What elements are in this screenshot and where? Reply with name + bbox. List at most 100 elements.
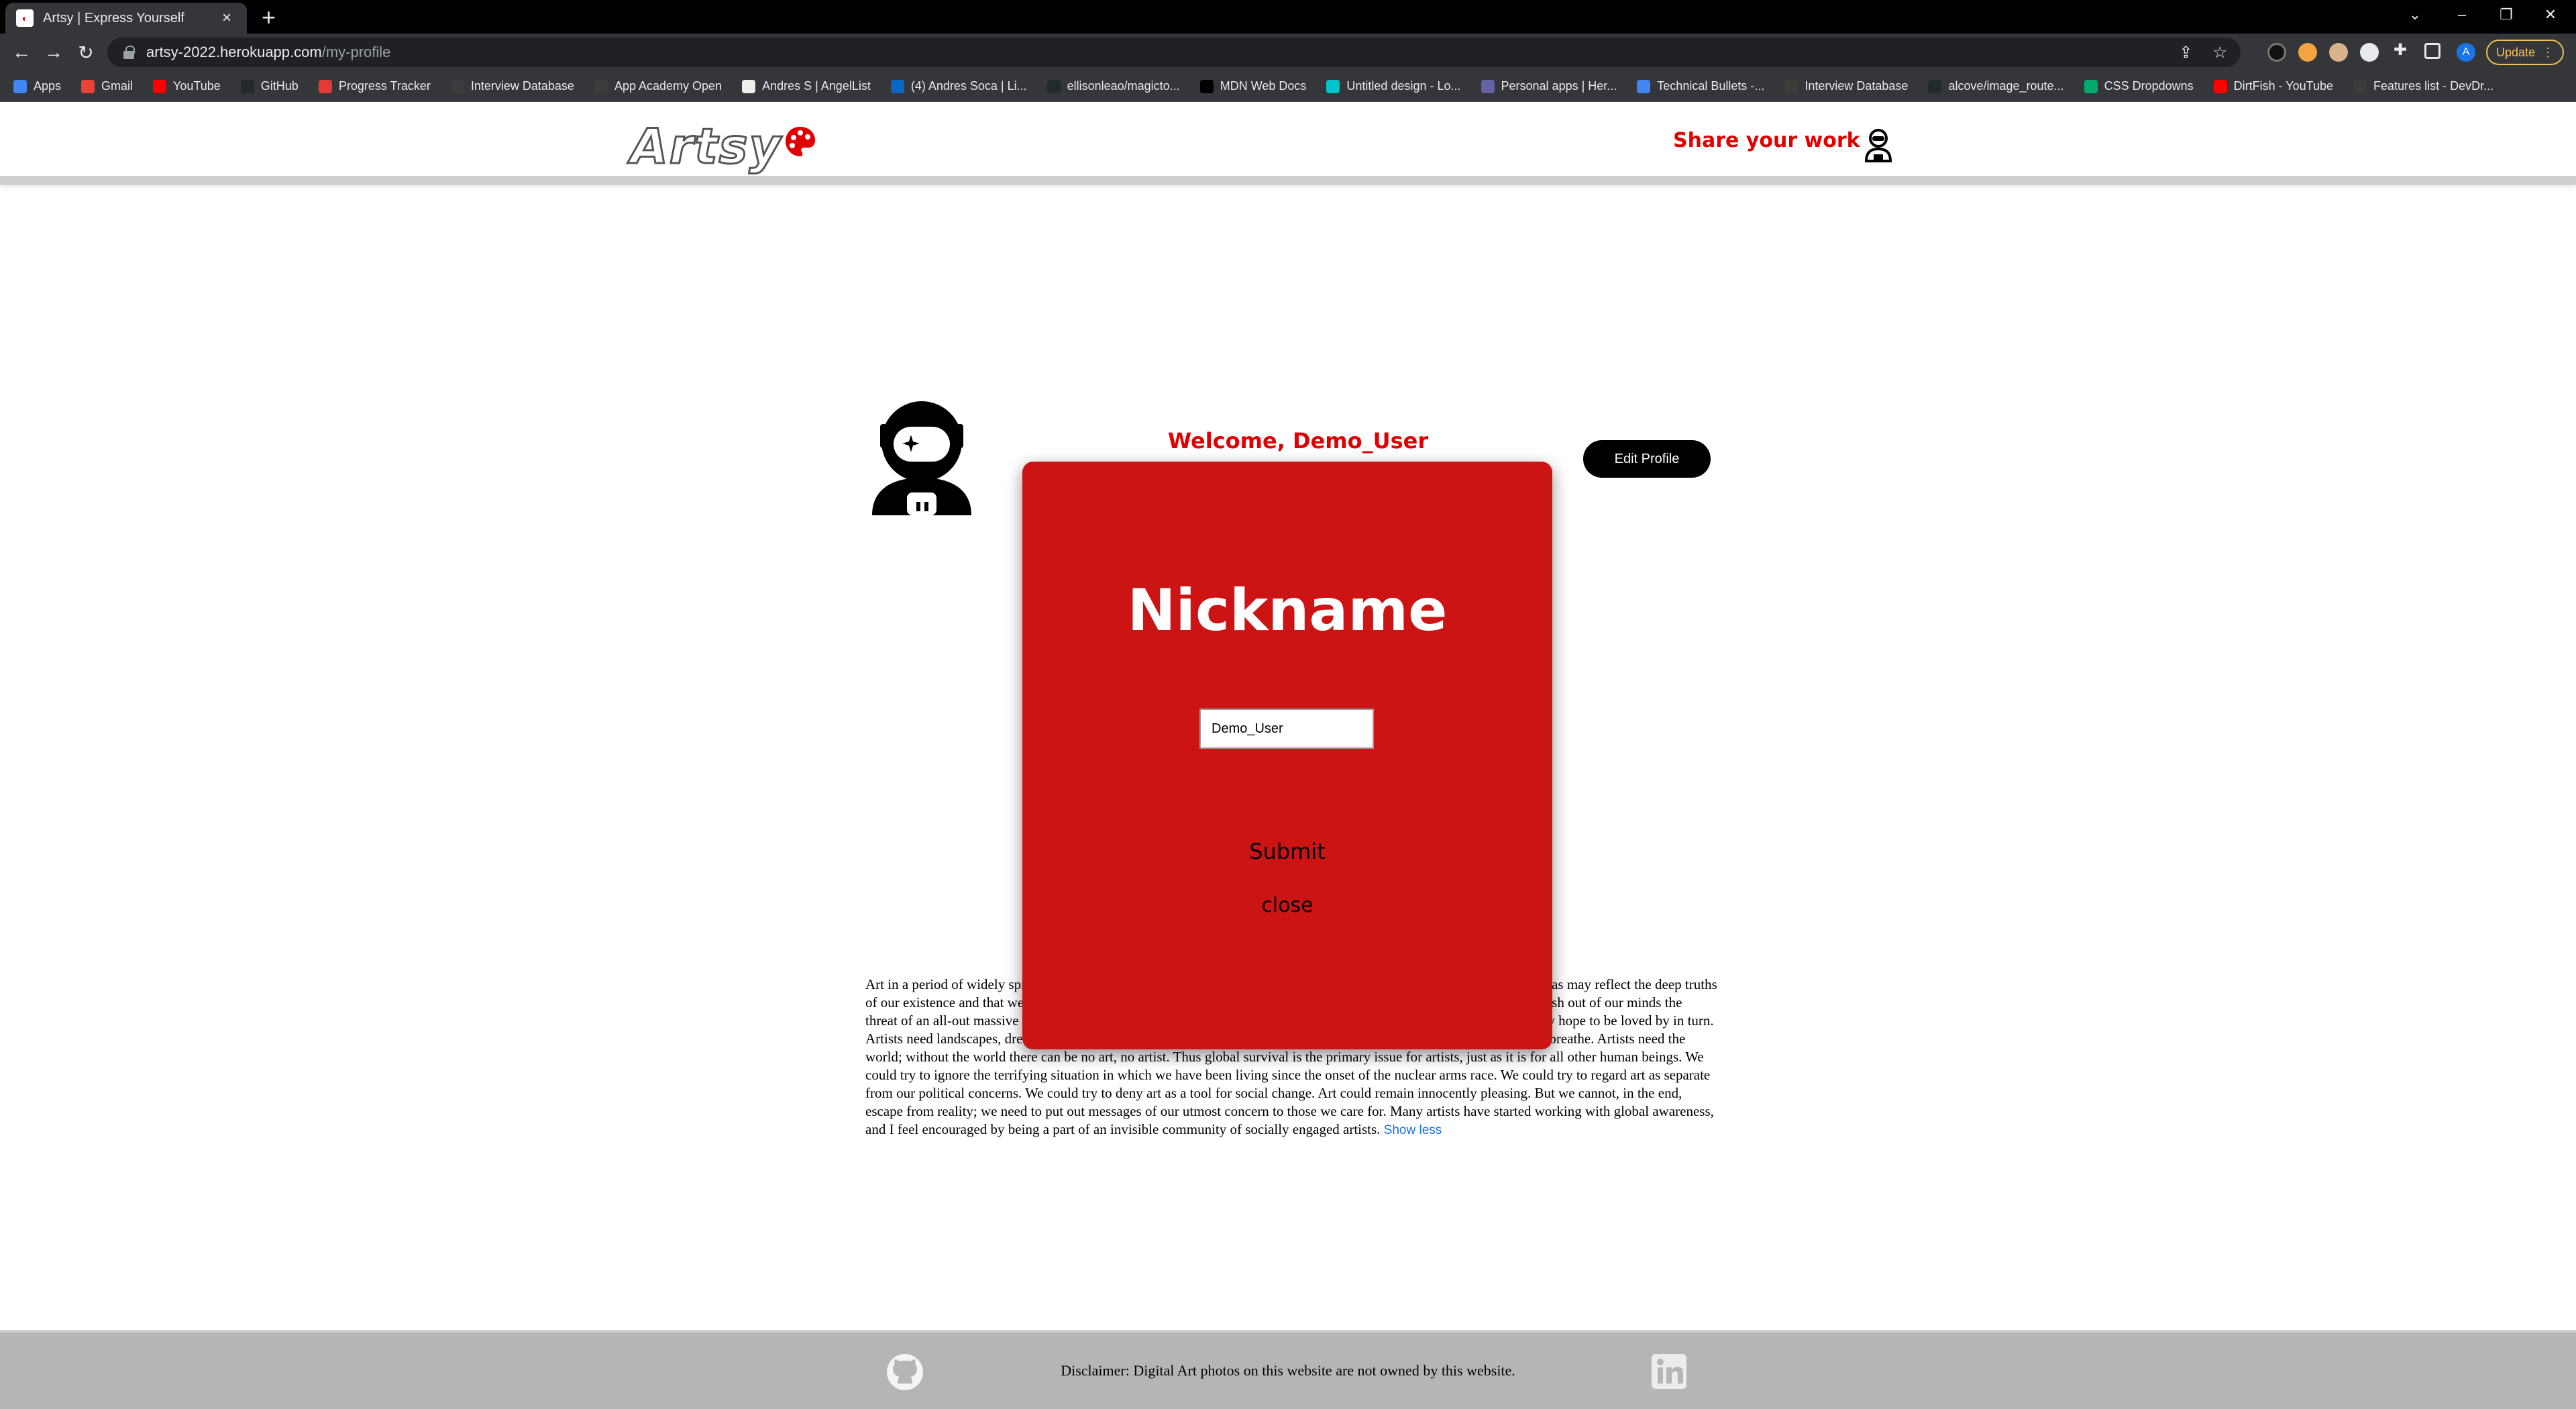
bookmark-item[interactable]: YouTube [153, 79, 221, 93]
artsy-favicon-icon: ◐ [16, 9, 34, 27]
bookmark-label: Features list - DevDr... [2373, 79, 2494, 93]
extensions-puzzle-icon[interactable]: ✚ [2394, 40, 2412, 59]
bookmark-item[interactable]: Gmail [81, 79, 133, 93]
bookmark-label: Progress Tracker [338, 79, 431, 93]
bookmark-label: alcove/image_route... [1948, 79, 2064, 93]
bookmark-item[interactable]: Untitled design - Lo... [1326, 79, 1461, 93]
bookmark-item[interactable]: Progress Tracker [318, 79, 431, 93]
bookmark-label: Apps [34, 79, 62, 93]
show-less-link[interactable]: Show less [1384, 1123, 1442, 1137]
bookmark-favicon-icon [81, 79, 95, 93]
github-icon[interactable] [885, 1353, 924, 1392]
bookmark-favicon-icon [13, 79, 27, 93]
bookmark-favicon-icon [890, 79, 904, 93]
page-content: Artsy Share your work Welcome, Demo_User… [0, 102, 2576, 1409]
browser-toolbar: ← → ↻ artsy-2022.herokuapp.com/my-profil… [0, 34, 2576, 71]
bookmark-item[interactable]: Interview Database [1784, 79, 1908, 93]
bookmark-item[interactable]: GitHub [240, 79, 299, 93]
site-footer: Disclaimer: Digital Art photos on this w… [0, 1330, 2576, 1409]
bookmark-label: Interview Database [1805, 79, 1909, 93]
bookmark-favicon-icon [240, 79, 254, 93]
bookmark-favicon-icon [594, 79, 608, 93]
bookmark-favicon-icon [2353, 79, 2367, 93]
minimize-icon[interactable]: – [2442, 0, 2482, 30]
astronaut-avatar-icon [872, 401, 971, 515]
browser-tab[interactable]: ◐ Artsy | Express Yourself × [5, 3, 247, 34]
bookmark-label: YouTube [173, 79, 221, 93]
bookmark-favicon-icon [742, 79, 756, 93]
bookmark-label: CSS Dropdowns [2104, 79, 2194, 93]
bookmark-item[interactable]: Personal apps | Her... [1481, 79, 1617, 93]
bookmark-item[interactable]: DirtFish - YouTube [2213, 79, 2334, 93]
side-panel-icon[interactable] [2424, 43, 2440, 59]
bookmark-item[interactable]: Andres S | AngelList [742, 79, 871, 93]
lock-icon [123, 46, 135, 59]
bookmark-item[interactable]: Technical Bullets -... [1637, 79, 1764, 93]
footer-disclaimer: Disclaimer: Digital Art photos on this w… [1061, 1362, 1515, 1379]
bookmark-star-icon[interactable]: ☆ [2212, 43, 2227, 62]
extension-face-icon[interactable] [2329, 43, 2348, 62]
tab-title: Artsy | Express Yourself [43, 10, 184, 25]
bookmark-label: Personal apps | Her... [1501, 79, 1617, 93]
new-tab-icon[interactable]: + [262, 4, 276, 31]
browser-chrome: ◐ Artsy | Express Yourself × + ⌄ – ❐ ✕ ←… [0, 0, 2576, 102]
bookmark-item[interactable]: App Academy Open [594, 79, 722, 93]
nickname-modal: Nickname Submit close [1022, 462, 1552, 1049]
nickname-input[interactable] [1199, 709, 1374, 749]
welcome-heading: Welcome, Demo_User [1167, 428, 1429, 454]
bookmark-label: Technical Bullets -... [1657, 79, 1765, 93]
bookmark-label: Untitled design - Lo... [1346, 79, 1461, 93]
bookmark-item[interactable]: ellisonleao/magicto... [1046, 79, 1180, 93]
extension-orange-icon[interactable] [2298, 43, 2317, 62]
bookmark-label: DirtFish - YouTube [2233, 79, 2334, 93]
bookmark-item[interactable]: alcove/image_route... [1928, 79, 2064, 93]
update-button[interactable]: Update ⋮ [2486, 40, 2564, 65]
url-host: artsy-2022.herokuapp.com [146, 44, 322, 60]
bookmark-item[interactable]: CSS Dropdowns [2084, 79, 2194, 93]
address-bar[interactable]: artsy-2022.herokuapp.com/my-profile ⇪ ☆ [107, 38, 2241, 67]
bookmark-favicon-icon [2084, 79, 2098, 93]
bookmark-favicon-icon [1326, 79, 1340, 93]
bookmark-item[interactable]: Apps [13, 79, 61, 93]
close-tab-icon[interactable]: × [217, 9, 236, 28]
bookmark-favicon-icon [1637, 79, 1651, 93]
artsy-logo[interactable]: Artsy [629, 117, 818, 176]
back-icon[interactable]: ← [8, 39, 35, 66]
share-page-icon[interactable]: ⇪ [2179, 43, 2192, 62]
bookmark-item[interactable]: (4) Andres Soca | Li... [890, 79, 1027, 93]
bookmark-label: App Academy Open [614, 79, 722, 93]
bookmark-label: Interview Database [470, 79, 574, 93]
extension-circle-icon[interactable] [2360, 43, 2379, 62]
logo-text: Artsy [629, 117, 782, 176]
forward-icon[interactable]: → [40, 39, 67, 66]
bookmark-item[interactable]: Interview Database [450, 79, 574, 93]
tab-strip: ◐ Artsy | Express Yourself × + ⌄ – ❐ ✕ [0, 0, 2576, 34]
bookmark-favicon-icon [2213, 79, 2227, 93]
bookmark-favicon-icon [1046, 79, 1061, 93]
bookmark-favicon-icon [1199, 79, 1214, 93]
user-menu-icon[interactable] [1864, 129, 1893, 162]
bookmark-item[interactable]: MDN Web Docs [1199, 79, 1306, 93]
modal-title: Nickname [1127, 577, 1448, 644]
bookmark-item[interactable]: Features list - DevDr... [2353, 79, 2493, 93]
window-close-icon[interactable]: ✕ [2530, 0, 2571, 30]
bookmark-label: Andres S | AngelList [762, 79, 871, 93]
edit-profile-button[interactable]: Edit Profile [1583, 440, 1711, 478]
submit-button[interactable]: Submit [1220, 839, 1354, 864]
bookmark-favicon-icon [450, 79, 464, 93]
profile-avatar-icon[interactable]: A [2457, 43, 2475, 62]
bookmarks-bar: Apps Gmail YouTube GitHub Progress Tracker In… [0, 71, 2576, 102]
linkedin-icon[interactable] [1652, 1354, 1686, 1389]
tab-search-icon[interactable]: ⌄ [2395, 0, 2435, 30]
reload-icon[interactable]: ↻ [72, 39, 99, 66]
share-your-work-link[interactable]: Share your work [1673, 129, 1860, 152]
bookmark-favicon-icon [318, 79, 332, 93]
close-button[interactable]: close [1220, 894, 1354, 917]
bookmark-favicon-icon [1481, 79, 1495, 93]
extension-dark-icon[interactable] [2267, 43, 2286, 62]
bookmark-label: GitHub [260, 79, 299, 93]
bookmark-favicon-icon [1784, 79, 1799, 93]
bookmark-label: ellisonleao/magicto... [1067, 79, 1180, 93]
more-menu-icon: ⋮ [2542, 45, 2555, 59]
restore-icon[interactable]: ❐ [2486, 0, 2526, 30]
